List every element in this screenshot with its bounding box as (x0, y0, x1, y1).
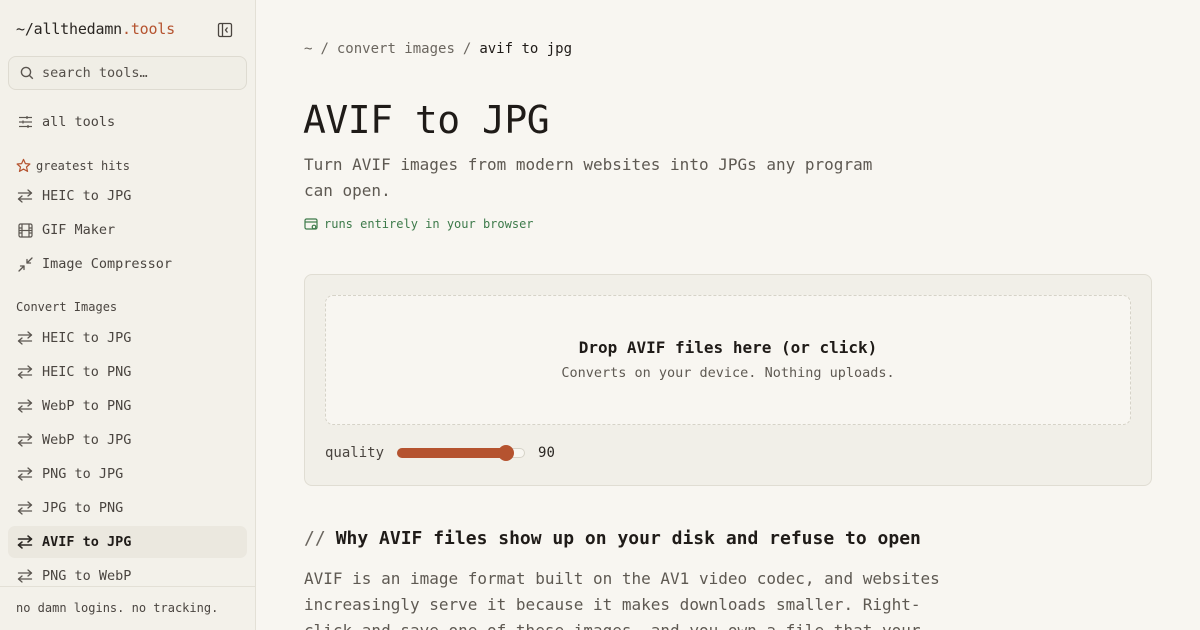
sidebar-item-heic-to-png[interactable]: HEIC to PNG (8, 356, 247, 388)
sidebar-collapse-icon (217, 22, 233, 38)
arrows-swap-icon (16, 397, 34, 415)
arrows-swap-icon (16, 187, 34, 205)
arrows-swap-icon (16, 567, 34, 585)
section-label-greatest-hits: greatest hits (16, 158, 130, 173)
sidebar-item-label: HEIC to PNG (42, 364, 132, 380)
star-icon (16, 158, 31, 173)
compress-icon (16, 255, 34, 273)
arrows-swap-icon (16, 431, 34, 449)
sidebar: ~/allthedamn.tools all tools greatest (0, 0, 256, 630)
arrows-swap-icon (16, 363, 34, 381)
film-icon (16, 221, 34, 239)
slider-thumb[interactable] (497, 445, 514, 461)
main-content: ~ / convert images / avif to jpg AVIF to… (256, 0, 1200, 630)
arrows-swap-icon (16, 499, 34, 517)
heading-text: Why AVIF files show up on your disk and … (335, 528, 921, 549)
sliders-icon (16, 113, 34, 131)
brand-logo[interactable]: ~/allthedamn.tools (16, 20, 175, 38)
breadcrumb-current: avif to jpg (479, 41, 573, 57)
breadcrumb-separator: / (462, 41, 472, 57)
sidebar-item-heic-to-jpg[interactable]: HEIC to JPG (8, 322, 247, 354)
sidebar-item-label: HEIC to JPG (42, 330, 132, 346)
browser-only-badge: runs entirely in your browser (304, 217, 534, 231)
breadcrumb-section[interactable]: convert images (337, 41, 455, 57)
sidebar-item-label: HEIC to JPG (42, 188, 132, 204)
sidebar-item-label: PNG to WebP (42, 568, 132, 584)
quality-control: quality 90 (325, 445, 555, 461)
sidebar-item-label: WebP to JPG (42, 432, 132, 448)
sidebar-item-all-tools[interactable]: all tools (8, 106, 247, 138)
collapse-sidebar-button[interactable] (214, 19, 236, 41)
sidebar-item-label: Image Compressor (42, 256, 173, 272)
sidebar-item-label: GIF Maker (42, 222, 116, 238)
sidebar-item-label: WebP to PNG (42, 398, 132, 414)
sidebar-item-label: all tools (42, 114, 116, 130)
file-dropzone[interactable]: Drop AVIF files here (or click) Converts… (325, 295, 1131, 425)
breadcrumb-home[interactable]: ~ (304, 41, 312, 57)
section-label-convert-images: Convert Images (16, 300, 118, 314)
heading-slashes: // (304, 528, 326, 549)
sidebar-item-gif-maker[interactable]: GIF Maker (8, 214, 247, 246)
brand-suffix: .tools (121, 20, 175, 38)
brand-prefix: ~/ (16, 20, 34, 38)
sidebar-item-jpg-to-png[interactable]: JPG to PNG (8, 492, 247, 524)
quality-label: quality (325, 445, 385, 461)
sidebar-item-label: PNG to JPG (42, 466, 124, 482)
arrows-swap-icon (16, 329, 34, 347)
search-icon (20, 66, 34, 80)
search-box[interactable] (8, 56, 247, 90)
sidebar-item-heic-to-jpg-hit[interactable]: HEIC to JPG (8, 180, 247, 212)
dropzone-title: Drop AVIF files here (or click) (578, 338, 878, 357)
sidebar-item-label: AVIF to JPG (42, 534, 132, 550)
brand-name: allthedamn (33, 20, 123, 38)
converter-panel: Drop AVIF files here (or click) Converts… (304, 274, 1152, 486)
breadcrumb-separator: / (320, 41, 329, 57)
sidebar-item-png-to-jpg[interactable]: PNG to JPG (8, 458, 247, 490)
browser-icon (304, 217, 318, 231)
breadcrumb: ~ / convert images / avif to jpg (304, 41, 572, 57)
sidebar-item-avif-to-jpg[interactable]: AVIF to JPG (8, 526, 247, 558)
page-subtitle: Turn AVIF images from modern websites in… (304, 155, 873, 200)
section-heading: // Why AVIF files show up on your disk an… (304, 528, 921, 549)
search-input[interactable] (42, 65, 232, 81)
page-title: AVIF to JPG (303, 98, 550, 142)
quality-slider[interactable] (397, 445, 526, 461)
sidebar-item-webp-to-png[interactable]: WebP to PNG (8, 390, 247, 422)
sidebar-footer: no damn logins. no tracking. (0, 586, 255, 630)
arrows-swap-icon (16, 465, 34, 483)
sidebar-item-label: JPG to PNG (42, 500, 124, 516)
slider-fill (397, 448, 506, 458)
sidebar-item-image-compressor[interactable]: Image Compressor (8, 248, 247, 280)
arrows-swap-icon (16, 533, 34, 551)
quality-value: 90 (538, 445, 555, 461)
dropzone-subtitle: Converts on your device. Nothing uploads… (561, 365, 895, 381)
section-body: AVIF is an image format built on the AV1… (304, 569, 940, 630)
sidebar-item-webp-to-jpg[interactable]: WebP to JPG (8, 424, 247, 456)
